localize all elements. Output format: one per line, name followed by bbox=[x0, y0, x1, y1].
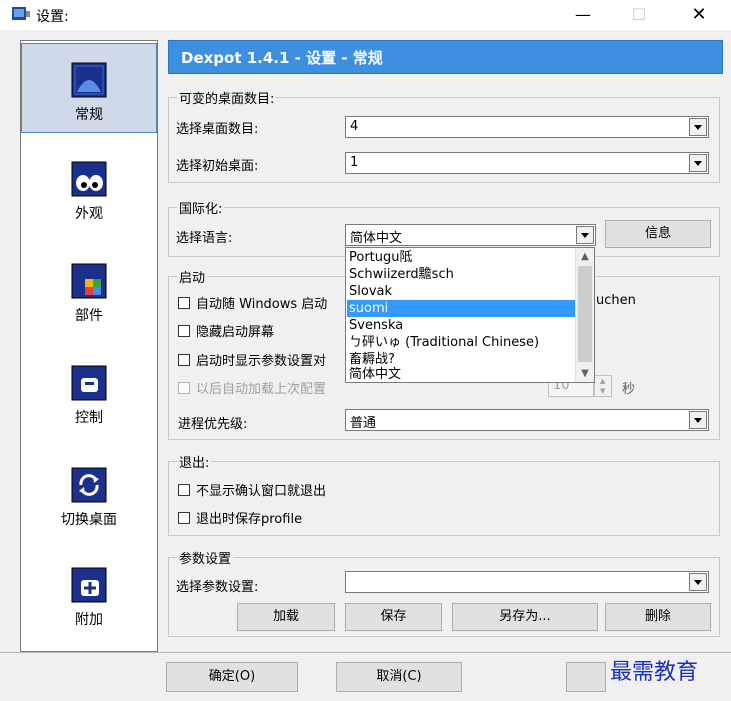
list-item[interactable]: Slovak bbox=[347, 283, 576, 300]
group-title: 国际化: bbox=[177, 198, 225, 217]
minimize-button[interactable]: — bbox=[560, 0, 606, 30]
control-icon bbox=[71, 365, 107, 401]
chevron-down-icon[interactable] bbox=[689, 118, 707, 136]
group-title: 参数设置 bbox=[177, 548, 234, 567]
load-button[interactable]: 加载 bbox=[237, 603, 335, 631]
dropdown-scrollbar[interactable]: ▲ ▼ bbox=[575, 248, 594, 382]
chevron-down-icon[interactable]: ▼ bbox=[600, 387, 605, 395]
chevron-down-icon[interactable] bbox=[576, 226, 594, 244]
sidebar-item-label: 切换桌面 bbox=[61, 512, 117, 528]
title-bar: 设置: — ☐ ✕ bbox=[0, 0, 731, 30]
group-title: 退出: bbox=[177, 452, 212, 471]
checkbox-box[interactable] bbox=[178, 512, 190, 524]
dexpot-app-icon bbox=[12, 6, 30, 26]
list-item[interactable]: Portugu阺 bbox=[347, 249, 576, 266]
maximize-button[interactable]: ☐ bbox=[616, 0, 662, 30]
list-item[interactable]: ㄅ砰いゅ (Traditional Chinese) bbox=[347, 334, 576, 351]
profile-select[interactable] bbox=[345, 571, 709, 593]
save-profile-on-exit-checkbox[interactable]: 退出时保存profile bbox=[178, 508, 302, 527]
close-button[interactable]: ✕ bbox=[676, 0, 722, 30]
sidebar-item-components[interactable]: 部件 bbox=[21, 263, 157, 325]
checkbox-box[interactable] bbox=[178, 382, 190, 394]
priority-label: 进程优先级: bbox=[178, 417, 248, 432]
sidebar-item-label: 外观 bbox=[75, 206, 103, 222]
sidebar-item-addons[interactable]: 附加 bbox=[21, 567, 157, 629]
sidebar-item-label: 部件 bbox=[75, 308, 103, 324]
desktop-count-select[interactable]: 4 bbox=[345, 116, 709, 138]
autostart-checkbox[interactable]: 自动随 Windows 启动 bbox=[178, 293, 327, 312]
cancel-button[interactable]: 取消(C) bbox=[336, 662, 462, 692]
profile-select-label: 选择参数设置: bbox=[176, 580, 259, 595]
list-item-selected[interactable]: suomi bbox=[347, 300, 576, 317]
sidebar-item-label: 常规 bbox=[75, 107, 103, 123]
autostart-option-tail: uchen bbox=[596, 293, 636, 308]
watermark: 最需教育 bbox=[610, 660, 699, 685]
page-title: Dexpot 1.4.1 - 设置 - 常规 bbox=[168, 40, 723, 74]
plus-icon bbox=[71, 567, 107, 603]
initial-desktop-select[interactable]: 1 bbox=[345, 152, 709, 174]
language-dropdown-list[interactable]: Portugu阺 Schwiizerd黵sch Slovak suomi Sve… bbox=[345, 247, 595, 383]
group-title: 可变的桌面数目: bbox=[177, 88, 277, 107]
sidebar-item-control[interactable]: 控制 bbox=[21, 365, 157, 427]
chevron-up-icon[interactable]: ▲ bbox=[576, 248, 594, 265]
list-item[interactable]: Svenska bbox=[347, 317, 576, 334]
save-as-button[interactable]: 另存为... bbox=[452, 603, 598, 631]
spinner-buttons[interactable]: ▲ ▼ bbox=[594, 375, 612, 397]
sidebar-item-label: 附加 bbox=[75, 612, 103, 628]
chevron-down-icon[interactable]: ▼ bbox=[576, 365, 594, 382]
footer-divider bbox=[0, 652, 731, 653]
chevron-up-icon[interactable]: ▲ bbox=[600, 377, 605, 385]
sidebar-item-switch-desktop[interactable]: 切换桌面 bbox=[21, 467, 157, 529]
show-config-checkbox[interactable]: 启动时显示参数设置对 bbox=[178, 350, 326, 369]
window-icon bbox=[71, 62, 107, 98]
widget-icon bbox=[71, 263, 107, 299]
apply-button[interactable] bbox=[566, 662, 606, 692]
chevron-down-icon[interactable] bbox=[689, 154, 707, 172]
chevron-down-icon[interactable] bbox=[689, 573, 707, 591]
ok-button[interactable]: 确定(O) bbox=[166, 662, 298, 692]
sidebar-item-label: 控制 bbox=[75, 410, 103, 426]
no-confirm-exit-checkbox[interactable]: 不显示确认窗口就退出 bbox=[178, 480, 326, 499]
language-label: 选择语言: bbox=[176, 231, 233, 246]
checkbox-box[interactable] bbox=[178, 297, 190, 309]
list-item[interactable]: 简体中文 bbox=[347, 366, 576, 382]
group-title: 启动 bbox=[177, 267, 208, 286]
delete-button[interactable]: 删除 bbox=[605, 603, 711, 631]
sidebar-item-appearance[interactable]: 外观 bbox=[21, 161, 157, 223]
seconds-label: 秒 bbox=[622, 382, 636, 397]
checkbox-box[interactable] bbox=[178, 325, 190, 337]
autoload-checkbox[interactable]: 以后自动加载上次配置 bbox=[178, 378, 326, 397]
info-button[interactable]: 信息 bbox=[605, 220, 711, 248]
switch-icon bbox=[71, 467, 107, 503]
priority-select[interactable]: 普通 bbox=[345, 409, 709, 431]
scrollbar-thumb[interactable] bbox=[578, 266, 592, 362]
sidebar: 常规 外观 部件 控制 切换桌面 附加 bbox=[20, 40, 158, 652]
chevron-down-icon[interactable] bbox=[689, 411, 707, 429]
checkbox-box[interactable] bbox=[178, 354, 190, 366]
desktop-count-label: 选择桌面数目: bbox=[176, 122, 259, 137]
initial-desktop-label: 选择初始桌面: bbox=[176, 159, 259, 174]
list-item[interactable]: Schwiizerd黵sch bbox=[347, 266, 576, 283]
eyes-icon bbox=[71, 161, 107, 197]
checkbox-box[interactable] bbox=[178, 484, 190, 496]
language-select[interactable]: 简体中文 bbox=[345, 224, 596, 246]
save-button[interactable]: 保存 bbox=[345, 603, 442, 631]
sidebar-item-general[interactable]: 常规 bbox=[21, 43, 157, 133]
window-title: 设置: bbox=[36, 9, 69, 25]
hide-splash-checkbox[interactable]: 隐藏启动屏幕 bbox=[178, 321, 274, 340]
